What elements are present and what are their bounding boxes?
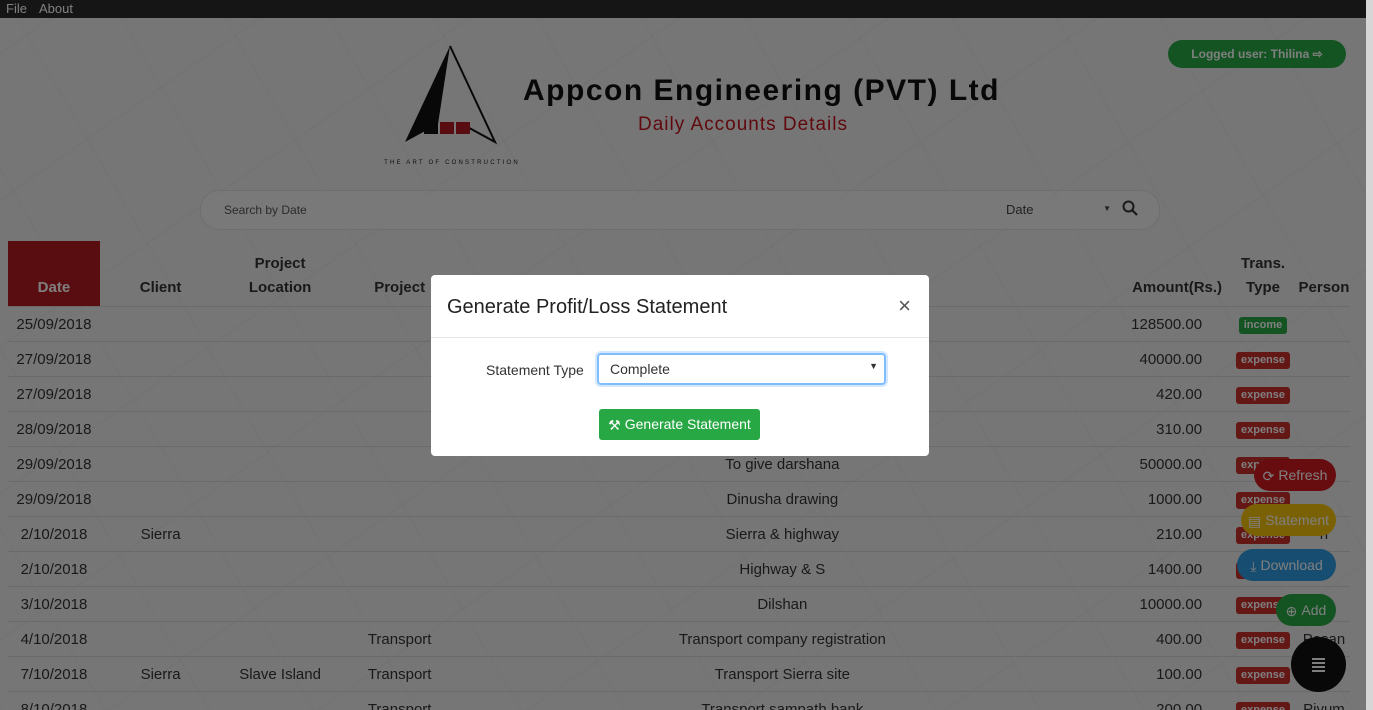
- modal-title: Generate Profit/Loss Statement: [447, 296, 728, 318]
- statement-modal: Generate Profit/Loss Statement × Stateme…: [431, 275, 929, 456]
- generate-statement-button[interactable]: ⚒ Generate Statement: [599, 409, 760, 440]
- scrollbar[interactable]: [1366, 0, 1373, 710]
- statement-type-select[interactable]: Complete ▼: [597, 353, 886, 385]
- chevron-down-icon: ▼: [869, 361, 878, 371]
- generate-statement-label: Generate Statement: [624, 416, 751, 432]
- close-icon[interactable]: ×: [898, 293, 911, 319]
- statement-type-label: Statement Type: [486, 362, 584, 378]
- hammer-icon: ⚒: [608, 416, 621, 433]
- modal-header: Generate Profit/Loss Statement ×: [431, 275, 929, 338]
- statement-type-value: Complete: [610, 361, 670, 377]
